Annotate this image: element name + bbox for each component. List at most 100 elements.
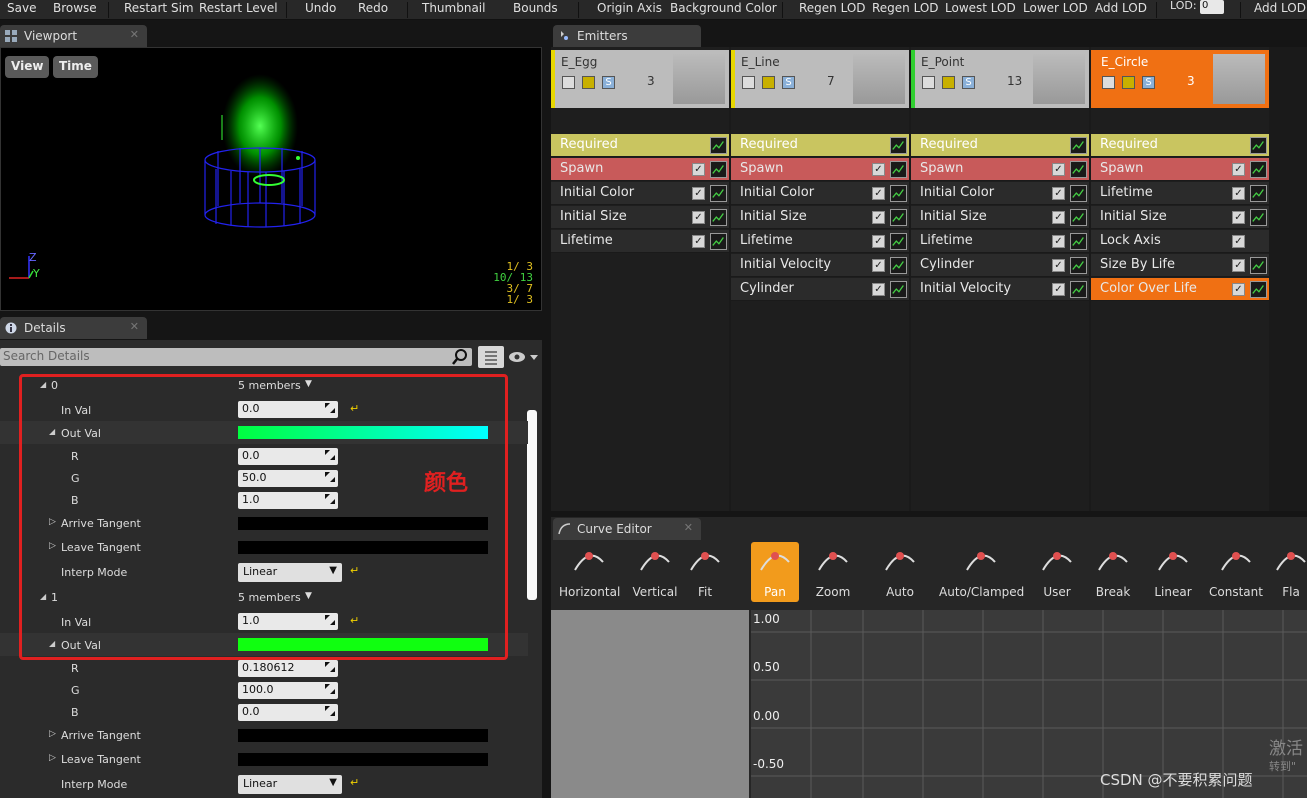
sort-icon[interactable]: S: [782, 76, 795, 89]
module-enable-checkbox[interactable]: ✓: [692, 235, 705, 248]
emitter-module[interactable]: Spawn ✓: [731, 158, 909, 181]
emitter-module[interactable]: Lock Axis ✓: [1091, 230, 1269, 253]
module-enable-checkbox[interactable]: ✓: [872, 187, 885, 200]
time-button[interactable]: Time: [53, 56, 98, 78]
emitter-column[interactable]: E_Point S 13 Required Spawn ✓ Initial Color ✓ In…: [911, 47, 1089, 511]
curve-button-pan[interactable]: Pan: [751, 542, 799, 602]
emitter-header[interactable]: E_Egg S 3: [551, 50, 729, 108]
regen-lod-button[interactable]: Regen LOD: [799, 1, 866, 15]
emitter-module[interactable]: Initial Velocity ✓: [911, 278, 1089, 301]
module-enable-checkbox[interactable]: ✓: [1052, 163, 1065, 176]
add-lod-button[interactable]: Add LOD: [1095, 1, 1147, 15]
search-details-input[interactable]: Search Details: [0, 348, 472, 366]
view-button[interactable]: View: [5, 56, 50, 78]
graph-icon[interactable]: [1250, 161, 1267, 178]
module-enable-checkbox[interactable]: ✓: [872, 211, 885, 224]
graph-icon[interactable]: [890, 161, 907, 178]
background-color-button[interactable]: Background Color: [670, 1, 777, 15]
search-icon[interactable]: [452, 349, 468, 365]
module-enable-checkbox[interactable]: ✓: [692, 163, 705, 176]
graph-icon[interactable]: [710, 161, 727, 178]
leave-tangent-row[interactable]: ▷ Leave Tangent: [0, 748, 528, 771]
collapse-arrow-icon[interactable]: ▷: [49, 729, 56, 739]
curve-button-user[interactable]: User: [1035, 542, 1079, 602]
emitter-header[interactable]: E_Line S 7: [731, 50, 909, 108]
emitter-module[interactable]: Cylinder ✓: [911, 254, 1089, 277]
emitter-module[interactable]: Required: [1091, 134, 1269, 157]
graph-icon[interactable]: [1070, 233, 1087, 250]
graph-icon[interactable]: [1250, 185, 1267, 202]
curve-button-linear[interactable]: Linear: [1151, 542, 1195, 602]
arrive-tangent-row[interactable]: ▷ Arrive Tangent: [0, 724, 528, 747]
enable-checkbox[interactable]: [742, 76, 755, 89]
graph-icon[interactable]: [710, 185, 727, 202]
g-input[interactable]: 100.0: [238, 682, 338, 699]
graph-icon[interactable]: [890, 233, 907, 250]
sort-icon[interactable]: S: [962, 76, 975, 89]
r-input[interactable]: 0.180612: [238, 660, 338, 677]
graph-icon[interactable]: [890, 209, 907, 226]
restart-sim-button[interactable]: Restart Sim: [124, 1, 194, 15]
emitter-header[interactable]: E_Circle S 3: [1091, 50, 1269, 108]
enable-checkbox[interactable]: [922, 76, 935, 89]
emitter-module[interactable]: Initial Size ✓: [551, 206, 729, 229]
redo-button[interactable]: Redo: [358, 1, 388, 15]
graph-icon[interactable]: [890, 185, 907, 202]
emitter-module[interactable]: Lifetime ✓: [731, 230, 909, 253]
lowest-lod-button[interactable]: Lowest LOD: [945, 1, 1016, 15]
emitter-column[interactable]: E_Line S 7 Required Spawn ✓ Initial Color ✓ Init…: [731, 47, 909, 511]
curve-button-horizontal[interactable]: Horizontal: [559, 542, 620, 602]
module-enable-checkbox[interactable]: ✓: [872, 259, 885, 272]
sort-icon[interactable]: S: [602, 76, 615, 89]
emitter-module[interactable]: Initial Velocity ✓: [731, 254, 909, 277]
module-enable-checkbox[interactable]: ✓: [1052, 259, 1065, 272]
collapse-arrow-icon[interactable]: ▷: [49, 753, 56, 763]
save-button[interactable]: Save: [7, 1, 36, 15]
graph-icon[interactable]: [1070, 161, 1087, 178]
tab-emitters[interactable]: Emitters: [553, 25, 701, 47]
enable-checkbox[interactable]: [1102, 76, 1115, 89]
curve-track-list[interactable]: [551, 610, 749, 798]
graph-icon[interactable]: [1070, 185, 1087, 202]
emitter-module[interactable]: Lifetime ✓: [1091, 182, 1269, 205]
graph-icon[interactable]: [1250, 281, 1267, 298]
spin-icon[interactable]: [325, 684, 335, 694]
graph-icon[interactable]: [1070, 209, 1087, 226]
curve-button-vertical[interactable]: Vertical: [627, 542, 683, 602]
curve-button-constant[interactable]: Constant: [1206, 542, 1266, 602]
b-input[interactable]: 0.0: [238, 704, 338, 721]
emitter-header[interactable]: E_Point S 13: [911, 50, 1089, 108]
bounds-button[interactable]: Bounds: [513, 1, 558, 15]
module-enable-checkbox[interactable]: ✓: [872, 283, 885, 296]
emitter-module[interactable]: Required: [911, 134, 1089, 157]
sort-icon[interactable]: S: [1142, 76, 1155, 89]
close-icon[interactable]: ✕: [684, 521, 693, 534]
module-enable-checkbox[interactable]: ✓: [692, 211, 705, 224]
undo-button[interactable]: Undo: [305, 1, 336, 15]
graph-icon[interactable]: [1070, 257, 1087, 274]
enable-checkbox[interactable]: [562, 76, 575, 89]
emitter-module[interactable]: Initial Size ✓: [731, 206, 909, 229]
leave-tangent-swatch[interactable]: [238, 753, 488, 766]
viewport-panel[interactable]: View Time Z Y 1/ 3 10/ 13 3/ 7 1/ 3: [0, 47, 542, 311]
emitter-module[interactable]: Spawn ✓: [911, 158, 1089, 181]
graph-icon[interactable]: [710, 209, 727, 226]
add-lod-button-2[interactable]: Add LOD: [1254, 1, 1306, 15]
browse-button[interactable]: Browse: [53, 1, 97, 15]
module-enable-checkbox[interactable]: ✓: [1232, 211, 1245, 224]
graph-icon[interactable]: [890, 257, 907, 274]
spin-icon[interactable]: [325, 706, 335, 716]
tab-details[interactable]: Details ✕: [0, 317, 147, 339]
tab-curve-editor[interactable]: Curve Editor ✕: [553, 518, 701, 540]
emitter-module[interactable]: Size By Life ✓: [1091, 254, 1269, 277]
module-enable-checkbox[interactable]: ✓: [1232, 259, 1245, 272]
emitter-module[interactable]: Required: [551, 134, 729, 157]
emitter-module[interactable]: Initial Size ✓: [911, 206, 1089, 229]
emitter-module[interactable]: Lifetime ✓: [911, 230, 1089, 253]
lod-value-field[interactable]: 0: [1200, 0, 1224, 14]
curve-button-auto[interactable]: Auto: [876, 542, 924, 602]
close-icon[interactable]: ✕: [130, 320, 139, 333]
solo-icon[interactable]: [1122, 76, 1135, 89]
graph-icon[interactable]: [1250, 137, 1267, 154]
view-options-button[interactable]: [478, 346, 504, 368]
